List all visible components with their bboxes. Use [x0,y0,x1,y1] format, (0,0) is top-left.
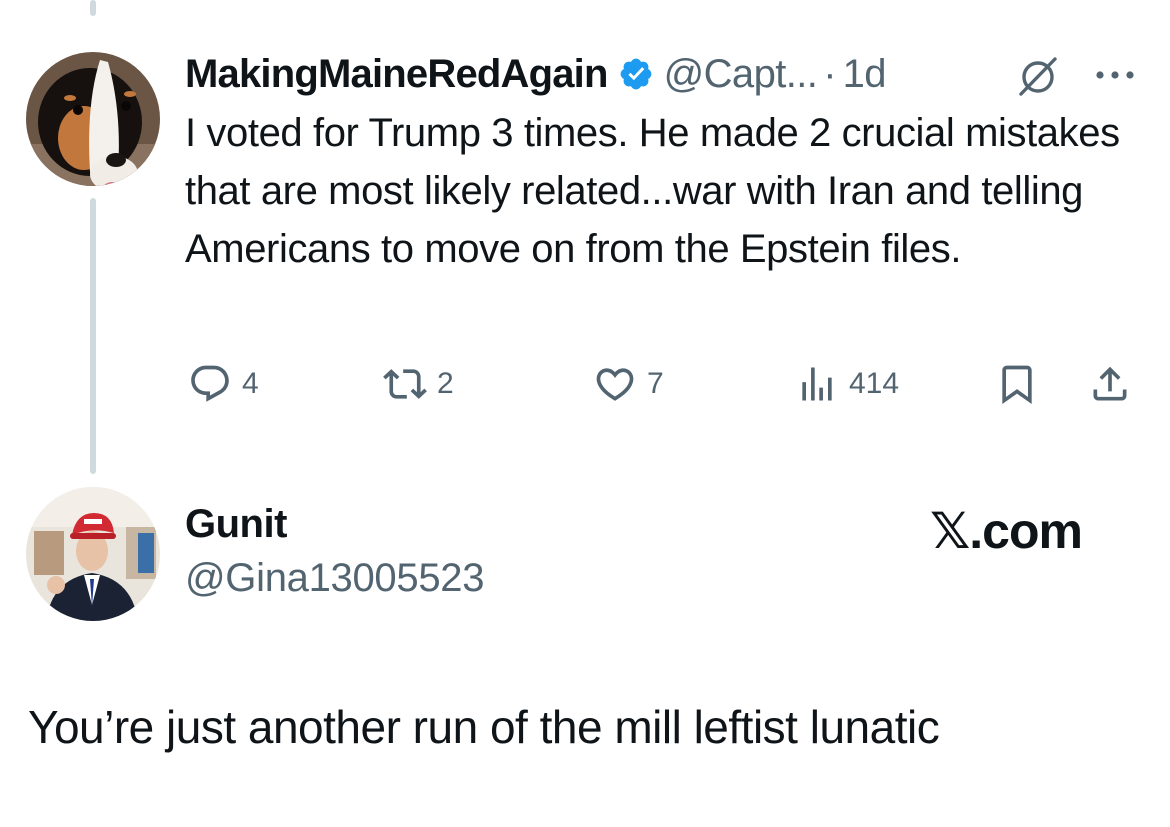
bookmark-icon [1002,365,1032,405]
post-actions: 4 2 7 414 [0,362,1170,412]
share-button[interactable] [1088,362,1132,406]
bookmark-button[interactable] [995,362,1039,406]
author-handle[interactable]: @Capt... [664,48,818,100]
grok-icon[interactable] [1015,54,1061,98]
verified-badge-icon [620,58,652,90]
post-text: I voted for Trump 3 times. He made 2 cru… [185,111,1120,271]
reply-count: 4 [242,367,259,400]
reply-button[interactable]: 4 [188,362,259,406]
reply-author-display-name[interactable]: Gunit [185,502,287,547]
views-icon [802,367,832,401]
like-button[interactable]: 7 [593,362,664,406]
reply-text: You’re just another run of the mill left… [28,701,940,753]
more-options-icon[interactable] [1093,68,1137,82]
view-count: 414 [849,367,900,400]
dog-avatar-image [26,52,160,186]
screenshot: MakingMaineRedAgain @Capt... · 1d I vote… [0,0,1170,827]
share-icon [1093,366,1127,401]
repost-count: 2 [437,367,454,400]
post-header: MakingMaineRedAgain @Capt... · 1d [185,48,887,100]
thread-line [90,198,96,474]
avatar[interactable] [26,487,160,621]
reply-author-handle[interactable]: @Gina13005523 [185,556,484,601]
views-button[interactable]: 414 [795,362,899,406]
heart-icon [596,368,634,401]
person-avatar-image [26,487,160,621]
avatar[interactable] [26,52,160,186]
author-display-name[interactable]: MakingMaineRedAgain [185,48,608,100]
separator: · [823,52,837,96]
post-timestamp[interactable]: 1d [843,48,887,100]
repost-icon [383,369,427,399]
thread-line [90,0,96,16]
x-brand-logo: 𝕏.com [930,503,1083,559]
like-count: 7 [647,367,664,400]
repost-button[interactable]: 2 [383,362,454,406]
reply-icon [191,365,229,402]
